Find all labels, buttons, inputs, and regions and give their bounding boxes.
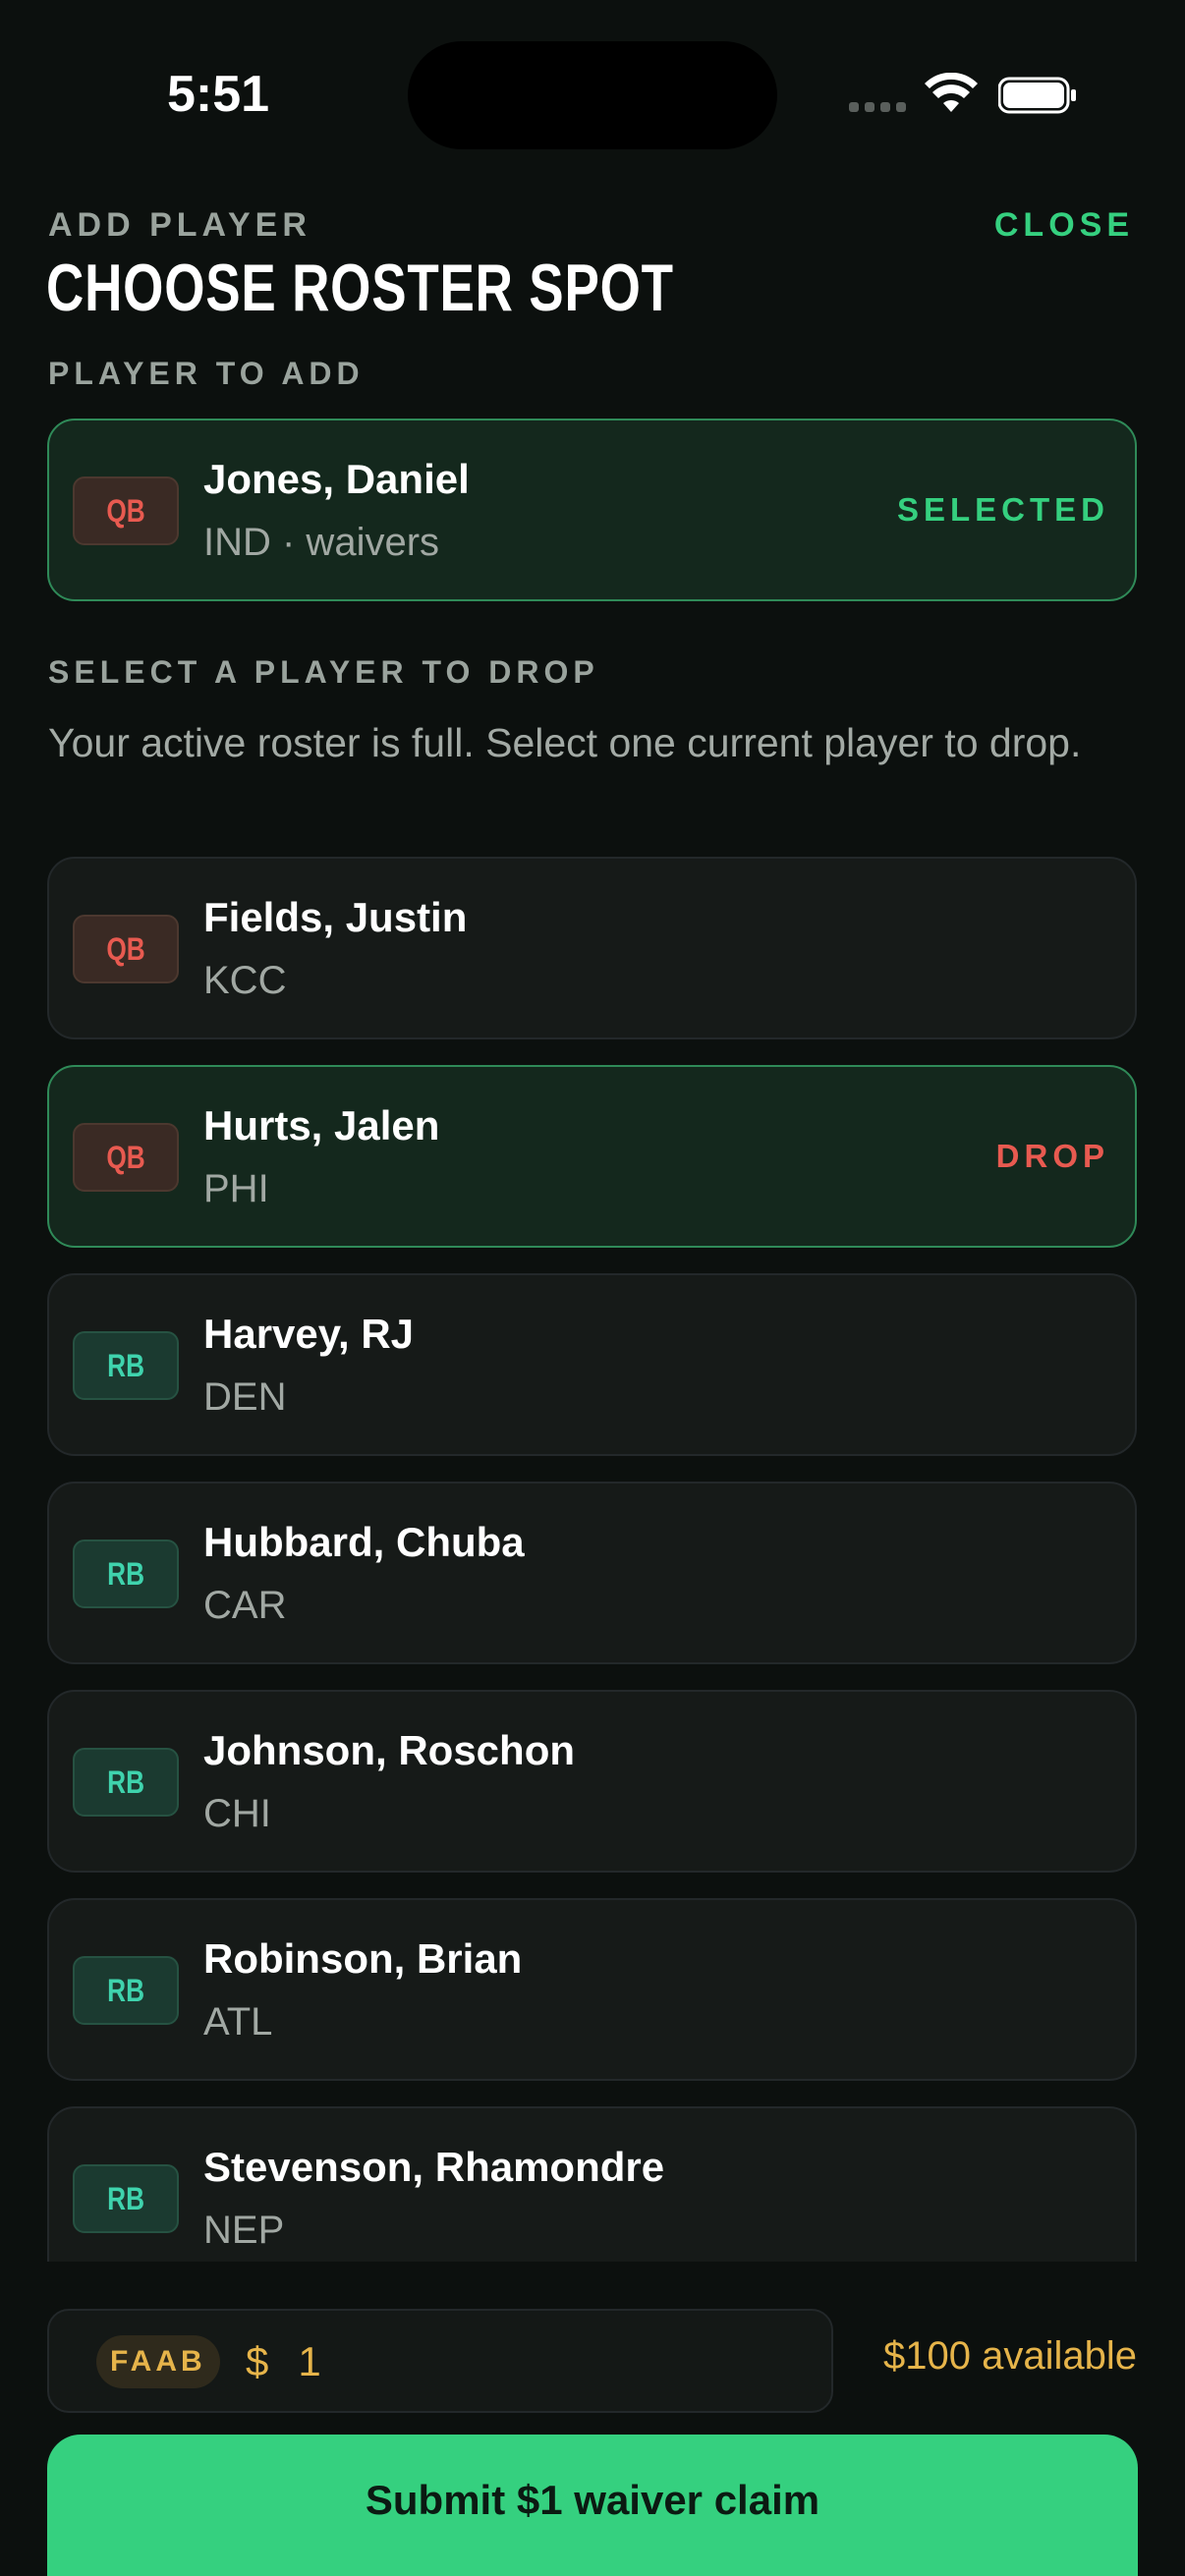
position-badge: RB bbox=[73, 1748, 179, 1817]
drop-tag: DROP bbox=[995, 1138, 1109, 1174]
position-badge: RB bbox=[73, 1956, 179, 2025]
player-team: DEN bbox=[203, 1375, 287, 1419]
faab-badge: FAAB bbox=[96, 2335, 220, 2388]
drop-player-card[interactable]: RB Johnson, Roschon CHI bbox=[47, 1690, 1137, 1873]
faab-bid-field[interactable]: FAAB $ 1 bbox=[47, 2309, 833, 2413]
page-title: CHOOSE ROSTER SPOT bbox=[46, 251, 674, 325]
close-button[interactable]: CLOSE bbox=[994, 206, 1134, 245]
position-badge: RB bbox=[73, 2164, 179, 2233]
drop-player-card[interactable]: QB Fields, Justin KCC bbox=[47, 857, 1137, 1039]
bid-value[interactable]: 1 bbox=[298, 2338, 320, 2385]
position-badge: RB bbox=[73, 1331, 179, 1400]
header-eyebrow: ADD PLAYER bbox=[48, 206, 311, 244]
player-team: CAR bbox=[203, 1584, 287, 1627]
player-name: Jones, Daniel bbox=[203, 456, 470, 502]
position-badge: QB bbox=[73, 1123, 179, 1192]
player-name: Hurts, Jalen bbox=[203, 1102, 440, 1148]
status-time: 5:51 bbox=[167, 66, 270, 123]
status-bar: 5:51 bbox=[0, 0, 1185, 187]
position-badge: QB bbox=[73, 476, 179, 545]
dynamic-island bbox=[408, 41, 777, 149]
add-section-label: PLAYER TO ADD bbox=[48, 356, 365, 391]
drop-player-card[interactable]: RB Hubbard, Chuba CAR bbox=[47, 1482, 1137, 1664]
wifi-icon bbox=[925, 73, 978, 112]
player-team: CHI bbox=[203, 1792, 271, 1835]
cellular-signal-icon bbox=[849, 102, 906, 112]
player-name: Hubbard, Chuba bbox=[203, 1519, 525, 1565]
drop-player-card-selected[interactable]: QB Hurts, Jalen PHI DROP bbox=[47, 1065, 1137, 1248]
drop-player-list[interactable]: QB Fields, Justin KCC QB Hurts, Jalen PH… bbox=[0, 845, 1185, 2262]
faab-bid-input[interactable]: $ 1 bbox=[246, 2332, 796, 2391]
player-detail: IND · waivers bbox=[203, 521, 440, 564]
player-team: ATL bbox=[203, 2000, 273, 2044]
player-team: PHI bbox=[203, 1167, 269, 1210]
add-player-card[interactable]: QB Jones, Daniel IND · waivers SELECTED bbox=[47, 419, 1137, 601]
player-name: Stevenson, Rhamondre bbox=[203, 2144, 665, 2190]
drop-player-card[interactable]: RB Robinson, Brian ATL bbox=[47, 1898, 1137, 2081]
player-team: KCC bbox=[203, 959, 287, 1002]
player-name: Harvey, RJ bbox=[203, 1311, 415, 1357]
drop-help-text: Your active roster is full. Select one c… bbox=[48, 720, 1082, 765]
submit-waiver-claim-button[interactable]: Submit $1 waiver claim bbox=[47, 2435, 1138, 2576]
drop-player-card[interactable]: RB Stevenson, Rhamondre NEP bbox=[47, 2106, 1137, 2262]
player-team: NEP bbox=[203, 2209, 285, 2252]
drop-player-card[interactable]: RB Harvey, RJ DEN bbox=[47, 1273, 1137, 1456]
drop-section-label: SELECT A PLAYER TO DROP bbox=[48, 654, 599, 690]
battery-icon bbox=[998, 77, 1076, 114]
position-badge: RB bbox=[73, 1540, 179, 1608]
faab-available: $100 available bbox=[883, 2334, 1137, 2378]
player-name: Robinson, Brian bbox=[203, 1935, 523, 1982]
player-name: Fields, Justin bbox=[203, 894, 468, 940]
currency-symbol: $ bbox=[246, 2338, 269, 2384]
position-badge: QB bbox=[73, 915, 179, 983]
selected-tag: SELECTED bbox=[896, 491, 1109, 528]
player-name: Johnson, Roschon bbox=[203, 1727, 575, 1773]
